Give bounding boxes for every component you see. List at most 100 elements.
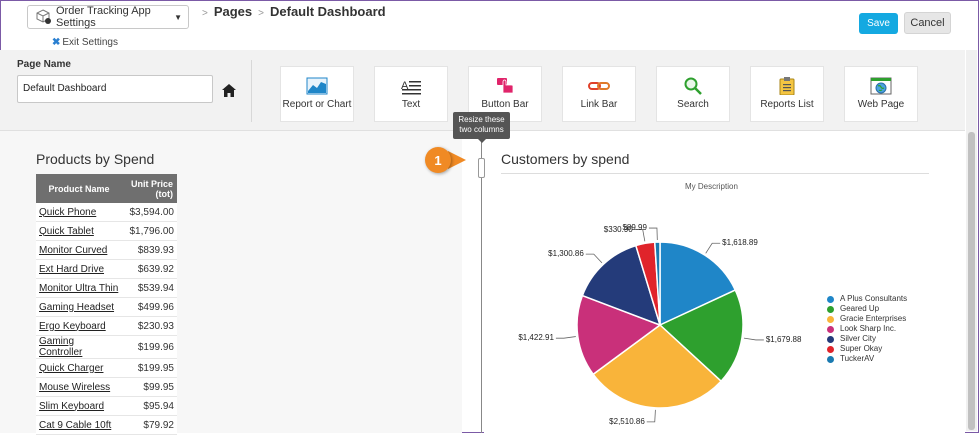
table-row: Ergo Keyboard $230.93 — [36, 316, 177, 336]
table-row: Gaming Controller $199.96 — [36, 335, 177, 359]
unit-price-cell: $199.95 — [122, 358, 177, 378]
product-name-link[interactable]: Ergo Keyboard — [36, 316, 122, 336]
cancel-button[interactable]: Cancel — [904, 12, 951, 34]
legend-item[interactable]: Geared Up — [827, 304, 907, 314]
breadcrumb-current-page: Default Dashboard — [270, 4, 386, 19]
pie-value-label: $2,510.86 — [609, 416, 645, 426]
unit-price-cell: $499.96 — [122, 297, 177, 317]
table-row: Quick Tablet $1,796.00 — [36, 221, 177, 241]
text-icon: A — [401, 80, 421, 95]
table-row: Quick Phone $3,594.00 — [36, 203, 177, 222]
product-name-link[interactable]: Quick Tablet — [36, 221, 122, 241]
legend-label: Geared Up — [840, 304, 880, 313]
product-name-link[interactable]: Gaming Headset — [36, 297, 122, 317]
scrollbar-thumb[interactable] — [968, 132, 975, 430]
breadcrumb-pages[interactable]: Pages — [214, 4, 252, 19]
legend-swatch — [827, 305, 834, 313]
globe-window-icon — [870, 77, 892, 95]
product-name-link[interactable]: Ext Hard Drive — [36, 259, 122, 279]
legend-label: Look Sharp Inc. — [840, 324, 897, 333]
app-selector-dropdown[interactable]: Order Tracking App Settings ▼ — [27, 5, 189, 29]
product-name-link[interactable]: Quick Charger — [36, 358, 122, 378]
home-icon[interactable] — [222, 84, 236, 97]
product-name-link[interactable]: Cat 9 Cable 10ft — [36, 415, 122, 435]
save-button[interactable]: Save — [859, 13, 898, 34]
legend-swatch — [827, 295, 834, 303]
table-row: Mouse Wireless $99.95 — [36, 377, 177, 397]
products-table: Product Name Unit Price (tot) Quick Phone… — [36, 174, 177, 435]
column-resize-handle[interactable] — [478, 158, 485, 178]
line-chart-icon — [306, 77, 328, 95]
legend-item[interactable]: A Plus Consultants — [827, 294, 907, 304]
legend-item[interactable]: TuckerAV — [827, 354, 907, 364]
tool-label: Search — [677, 99, 709, 110]
breadcrumb-separator: > — [258, 8, 264, 19]
legend-label: Super Okay — [840, 344, 883, 353]
magnifier-icon — [684, 77, 702, 95]
legend-item[interactable]: Silver City — [827, 334, 907, 344]
tool-label: Button Bar — [481, 99, 529, 110]
unit-price-cell: $199.96 — [122, 335, 177, 359]
tool-label: Report or Chart — [282, 99, 352, 110]
chart-description: My Description — [685, 182, 738, 191]
exit-settings-link[interactable]: ✖ Exit Settings — [52, 37, 118, 48]
table-row: Slim Keyboard $95.94 — [36, 396, 177, 416]
product-name-link[interactable]: Quick Phone — [36, 203, 122, 222]
unit-price-cell: $3,594.00 — [122, 203, 177, 222]
table-row: Monitor Ultra Thin $539.94 — [36, 278, 177, 298]
legend-swatch — [827, 325, 834, 333]
clipboard-icon — [779, 77, 795, 95]
legend-item[interactable]: Super Okay — [827, 344, 907, 354]
tooltip-line: two columns — [459, 125, 504, 134]
legend-label: A Plus Consultants — [840, 294, 908, 303]
legend-label: Gracie Enterprises — [840, 314, 907, 323]
chain-link-icon — [588, 82, 610, 90]
unit-price-cell: $539.94 — [122, 278, 177, 298]
unit-price-cell: $1,796.00 — [122, 221, 177, 241]
callout-badge: 1 — [425, 147, 451, 173]
products-section-title: Products by Spend — [36, 151, 155, 167]
unit-price-cell: $99.95 — [122, 377, 177, 397]
breadcrumb-separator: > — [202, 8, 208, 19]
vertical-scrollbar[interactable] — [966, 50, 977, 431]
page-name-input[interactable]: Default Dashboard — [17, 75, 213, 103]
tool-reports-list[interactable]: Reports List — [750, 66, 824, 122]
column-header-product-name[interactable]: Product Name — [36, 174, 122, 203]
unit-price-cell: $839.93 — [122, 240, 177, 260]
product-name-link[interactable]: Monitor Curved — [36, 240, 122, 260]
table-row: Quick Charger $199.95 — [36, 358, 177, 378]
legend-item[interactable]: Gracie Enterprises — [827, 314, 907, 324]
column-header-line: Unit Price — [130, 178, 173, 189]
pie-value-label: $1,679.88 — [765, 334, 802, 344]
tool-search[interactable]: Search — [656, 66, 730, 122]
tool-web-page[interactable]: Web Page — [844, 66, 918, 122]
unit-price-cell: $230.93 — [122, 316, 177, 336]
product-name-link[interactable]: Gaming Controller — [36, 335, 122, 359]
table-row: Gaming Headset $499.96 — [36, 297, 177, 317]
legend-label: Silver City — [840, 334, 877, 343]
table-row: Monitor Curved $839.93 — [36, 240, 177, 260]
tool-label: Web Page — [857, 99, 905, 110]
product-name-link[interactable]: Slim Keyboard — [36, 396, 122, 416]
pie-value-label: $1,422.91 — [518, 333, 554, 343]
unit-price-cell: $639.92 — [122, 259, 177, 279]
tool-report-or-chart[interactable]: Report or Chart — [280, 66, 354, 122]
unit-price-cell: $79.92 — [122, 415, 177, 435]
tool-text[interactable]: A Text — [374, 66, 448, 122]
close-icon: ✖ — [52, 37, 61, 48]
exit-settings-label: Exit Settings — [62, 37, 118, 48]
table-row: Cat 9 Cable 10ft $79.92 — [36, 415, 177, 435]
legend-label: TuckerAV — [840, 354, 875, 363]
right-column — [484, 131, 965, 433]
legend-swatch — [827, 345, 834, 353]
pie-value-label: $1,300.86 — [548, 249, 584, 259]
tool-label: Link Bar — [580, 99, 618, 110]
tool-link-bar[interactable]: Link Bar — [562, 66, 636, 122]
title-underline — [501, 173, 929, 174]
unit-price-cell: $95.94 — [122, 396, 177, 416]
column-header-unit-price[interactable]: Unit Price (tot) — [122, 174, 177, 203]
legend-swatch — [827, 355, 834, 363]
product-name-link[interactable]: Mouse Wireless — [36, 377, 122, 397]
legend-item[interactable]: Look Sharp Inc. — [827, 324, 907, 334]
product-name-link[interactable]: Monitor Ultra Thin — [36, 278, 122, 298]
